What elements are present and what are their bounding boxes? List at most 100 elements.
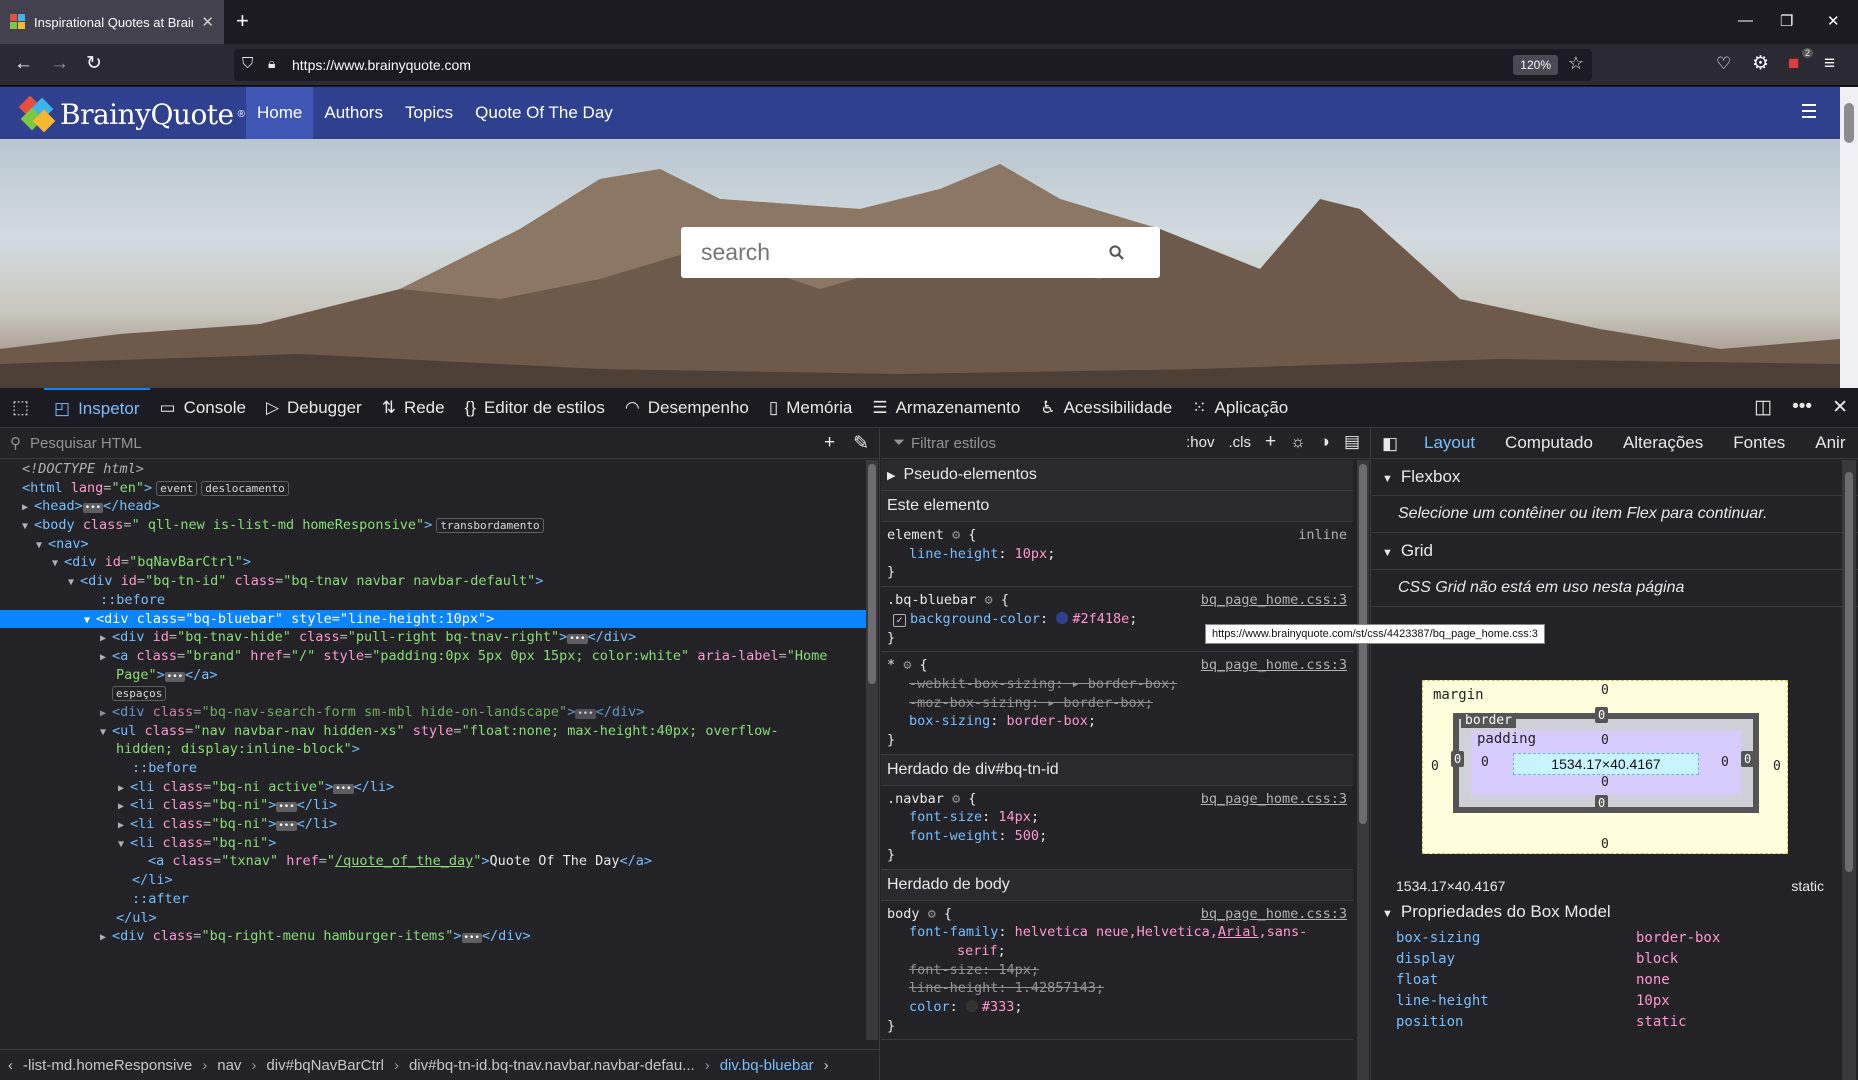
margin-bottom-value[interactable]: 0 — [1601, 837, 1609, 852]
tree-row-html[interactable]: <html lang="en"> event deslocamento — [0, 479, 872, 498]
back-icon[interactable]: ← — [14, 53, 33, 75]
minimize-icon[interactable]: — — [1738, 12, 1753, 29]
tree-row-brand[interactable]: ▶ <a class="brand" href="/" style="paddin… — [0, 647, 872, 666]
page-scrollbar[interactable] — [1840, 87, 1858, 388]
reload-icon[interactable]: ↻ — [86, 53, 102, 75]
tree-row-brand-cont[interactable]: Page"> ••• </a> — [0, 666, 872, 685]
tab-inspector[interactable]: ◰ Inspetor — [44, 388, 150, 428]
page-scroll-thumb[interactable] — [1844, 103, 1854, 143]
grid-section-header[interactable]: ▼ Grid — [1372, 533, 1858, 570]
tree-row-navbarctrl[interactable]: ▼ <div id="bqNavBarCtrl"> — [0, 553, 872, 572]
add-rule-icon[interactable]: + — [1265, 431, 1276, 453]
rule-source-link[interactable]: bq_page_home.css:3 — [1201, 656, 1347, 675]
tree-row-head[interactable]: ▶ <head> ••• </head> — [0, 497, 872, 516]
tab-layout[interactable]: Layout — [1424, 433, 1475, 453]
tree-row-li[interactable]: ▶ <li class="bq-ni"> ••• </li> — [0, 796, 872, 815]
border-right-value[interactable]: 0 — [1741, 751, 1755, 767]
dock-side-icon[interactable]: ◫ — [1754, 396, 1772, 419]
tree-row-after[interactable]: ::after — [0, 890, 872, 909]
rules-scrollbar[interactable] — [1357, 460, 1369, 1080]
tree-row-body[interactable]: ▼ <body class=" qll-new is-list-md homeRe… — [0, 516, 872, 535]
tree-row-li-active[interactable]: ▶ <li class="bq-ni active"> ••• </li> — [0, 778, 872, 797]
new-tab-button[interactable]: + — [236, 9, 249, 33]
tree-row-tnav-hide[interactable]: ▶ <div id="bq-tnav-hide" class="pull-righ… — [0, 628, 872, 647]
rule-navbar[interactable]: .navbar ⚙ {bq_page_home.css:3 font-size:… — [881, 786, 1353, 870]
tree-row-nav[interactable]: ▼ <nav> — [0, 535, 872, 554]
tab-memory[interactable]: ▯ Memória — [759, 388, 862, 428]
toggle-sidebar-icon[interactable]: ◧ — [1382, 434, 1398, 454]
print-media-icon[interactable]: ▤ — [1344, 432, 1360, 453]
tree-row-li[interactable]: ▶ <li class="bq-ni"> ••• </li> — [0, 815, 872, 834]
event-badge[interactable]: event — [156, 480, 198, 496]
tab-computed[interactable]: Computado — [1505, 433, 1593, 453]
breadcrumb-item[interactable]: div#bq-tn-id.bq-tnav.navbar.navbar-defau… — [409, 1057, 695, 1074]
tree-row-txnav[interactable]: <a class="txnav" href="/quote_of_the_day… — [0, 852, 872, 871]
margin-top-value[interactable]: 0 — [1601, 683, 1609, 698]
tab-style-editor[interactable]: {} Editor de estilos — [455, 388, 615, 428]
close-devtools-icon[interactable]: ✕ — [1832, 396, 1848, 419]
hov-toggle[interactable]: :hov — [1186, 434, 1214, 453]
breadcrumb-current[interactable]: div.bq-bluebar — [720, 1057, 814, 1074]
close-window-icon[interactable]: ✕ — [1827, 12, 1840, 30]
margin-right-value[interactable]: 0 — [1773, 759, 1781, 774]
tree-row-li-close[interactable]: </li> — [0, 871, 872, 890]
tree-row-bluebar-selected[interactable]: ▼ <div class="bq-bluebar" style="line-hei… — [0, 609, 872, 629]
markup-scroll-thumb[interactable] — [868, 464, 876, 684]
tree-row-ul-before[interactable]: ::before — [0, 759, 872, 778]
tree-row-nav-search[interactable]: ▶ <div class="bq-nav-search-form sm-mbl h… — [0, 703, 872, 722]
breadcrumb-item[interactable]: -list-md.homeResponsive — [23, 1057, 192, 1074]
zoom-indicator[interactable]: 120% — [1513, 55, 1558, 75]
breadcrumb-item[interactable]: nav — [217, 1057, 241, 1074]
forward-icon[interactable]: → — [50, 53, 69, 75]
eyedropper-icon[interactable]: ✎ — [853, 432, 869, 455]
site-search-box[interactable] — [681, 227, 1160, 278]
padding-bottom-value[interactable]: 0 — [1601, 775, 1609, 790]
menu-topics[interactable]: Topics — [394, 87, 464, 139]
tab-fonts[interactable]: Fontes — [1733, 433, 1785, 453]
styles-filter-input[interactable]: Filtrar estilos — [911, 435, 996, 452]
tree-row-ul-close[interactable]: </ul> — [0, 909, 872, 928]
whitespace-badge[interactable]: espaços — [112, 686, 167, 702]
extension-icon[interactable]: ■ — [1788, 53, 1799, 75]
url-text[interactable]: https://www.brainyquote.com — [292, 57, 471, 73]
color-swatch[interactable] — [965, 1000, 978, 1013]
tab-console[interactable]: ▭ Console — [150, 388, 256, 428]
tree-row-before[interactable]: ::before — [0, 591, 872, 610]
tab-performance[interactable]: ◠ Desempenho — [615, 388, 759, 428]
content-box[interactable]: 1534.17×40.4167 — [1513, 753, 1699, 775]
site-search-input[interactable] — [701, 239, 1081, 266]
rule-source-link[interactable]: bq_page_home.css:3 — [1201, 790, 1347, 809]
margin-left-value[interactable]: 0 — [1431, 759, 1439, 774]
tree-row-right-menu[interactable]: ▶ <div class="bq-right-menu hamburger-ite… — [0, 927, 872, 946]
color-swatch[interactable] — [1056, 611, 1069, 624]
menu-quote-of-the-day[interactable]: Quote Of The Day — [464, 87, 624, 139]
brand-logo[interactable]: BrainyQuote ® — [18, 95, 245, 133]
border-top-value[interactable]: 0 — [1595, 707, 1609, 723]
padding-left-value[interactable]: 0 — [1481, 755, 1489, 770]
tab-network[interactable]: ⇅ Rede — [372, 388, 455, 428]
tab-changes[interactable]: Alterações — [1623, 433, 1703, 453]
tree-row-doctype[interactable]: <!DOCTYPE html> — [0, 460, 872, 479]
pocket-icon[interactable]: ♡ — [1716, 53, 1731, 75]
border-left-value[interactable]: 0 — [1451, 751, 1465, 767]
url-bar[interactable]: ⛉ 🔒︎ https://www.brainyquote.com 120% ☆ — [234, 49, 1592, 81]
layout-scrollbar[interactable] — [1842, 460, 1856, 1080]
rule-universal[interactable]: * ⚙ {bq_page_home.css:3 -webkit-box-sizi… — [881, 652, 1353, 755]
property-checkbox[interactable]: ✓ — [893, 613, 906, 627]
close-tab-icon[interactable]: ✕ — [201, 13, 214, 31]
markup-scrollbar[interactable] — [866, 460, 878, 1040]
padding-right-value[interactable]: 0 — [1721, 755, 1729, 770]
pseudo-elements-section[interactable]: ▶ Pseudo-elementos — [881, 460, 1353, 491]
tree-row-ul[interactable]: ▼ <ul class="nav navbar-nav hidden-xs" st… — [0, 722, 872, 741]
hamburger-menu-icon[interactable] — [1802, 104, 1816, 122]
lock-icon[interactable]: 🔒︎ — [268, 55, 275, 72]
tab-debugger[interactable]: ▷ Debugger — [256, 388, 372, 428]
tree-row-ul-cont[interactable]: hidden; display:inline-block"> — [0, 740, 872, 759]
padding-top-value[interactable]: 0 — [1601, 733, 1609, 748]
more-options-icon[interactable]: ••• — [1792, 396, 1812, 419]
extension-gear-icon[interactable]: ⚙ — [1752, 53, 1769, 75]
dark-scheme-icon[interactable]: ◑ — [1320, 432, 1330, 453]
shield-icon[interactable]: ⛉ — [242, 55, 253, 72]
tab-storage[interactable]: ☰ Armazenamento — [862, 388, 1030, 428]
light-scheme-icon[interactable]: ☼ — [1290, 432, 1306, 453]
